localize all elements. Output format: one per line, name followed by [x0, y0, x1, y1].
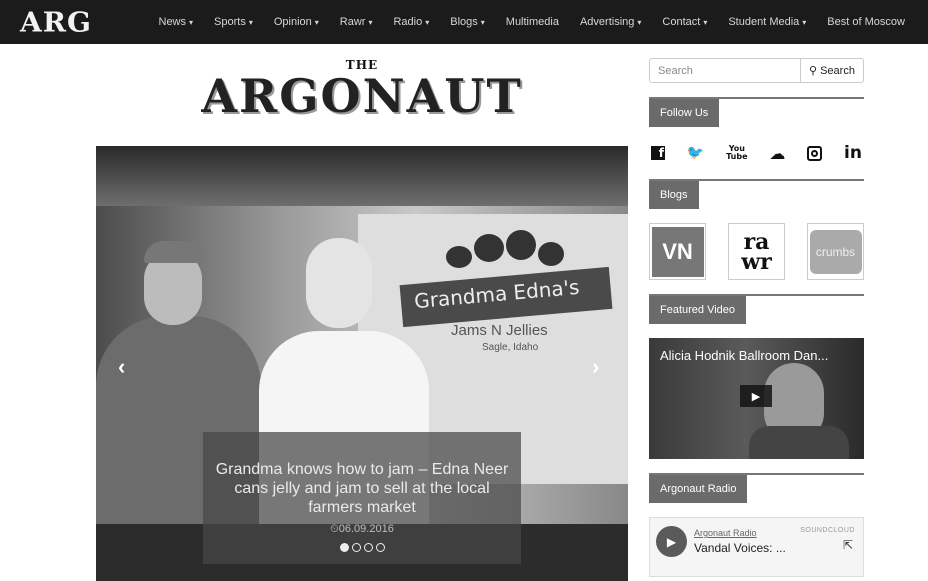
- featured-video-player[interactable]: Alicia Hodnik Ballroom Dan... ▶: [649, 338, 864, 459]
- carousel-dot[interactable]: [363, 543, 373, 552]
- nav-item-label: Student Media: [728, 16, 800, 28]
- photo-sign-text: Sagle, Idaho: [482, 342, 539, 353]
- follow-us-label: Follow Us: [649, 99, 720, 127]
- nav-item-label: Multimedia: [505, 16, 559, 28]
- carousel-prev-arrow[interactable]: ‹: [118, 354, 125, 380]
- nav-item-sports[interactable]: Sports ▾: [204, 16, 264, 28]
- video-thumbnail-body: [749, 426, 849, 459]
- carousel-dot[interactable]: [339, 543, 349, 552]
- nav-item-best-of-moscow[interactable]: Best of Moscow: [817, 16, 916, 28]
- nav-item-label: Sports: [214, 16, 246, 28]
- photo-fruit: [474, 234, 504, 262]
- caption-date: ⏲06.09.2016: [203, 523, 521, 536]
- twitter-icon[interactable]: 🐦: [687, 145, 704, 161]
- caret-down-icon: ▾: [189, 18, 194, 27]
- featured-carousel[interactable]: Grandma Edna's Jams N Jellies Sagle, Ida…: [96, 146, 628, 581]
- carousel-next-arrow[interactable]: ›: [592, 354, 599, 380]
- soundcloud-icon[interactable]: ☁: [769, 144, 785, 163]
- caret-down-icon: ▾: [248, 18, 253, 27]
- video-play-button[interactable]: ▶: [740, 385, 772, 407]
- linkedin-icon[interactable]: in: [844, 143, 862, 163]
- nav-item-label: Radio: [393, 16, 423, 28]
- search-icon: ⚲: [809, 65, 818, 77]
- carousel-dot[interactable]: [375, 543, 385, 552]
- nav-item-opinion[interactable]: Opinion ▾: [263, 16, 329, 28]
- nav-item-radio[interactable]: Radio ▾: [383, 16, 440, 28]
- nav-item-label: News: [158, 16, 187, 28]
- nav-item-label: Advertising: [579, 16, 635, 28]
- youtube-icon[interactable]: You Tube: [726, 145, 747, 161]
- radio-play-button[interactable]: ▶: [656, 526, 687, 557]
- clock-icon: ⏲: [330, 523, 339, 535]
- soundcloud-logo[interactable]: SOUNDCLOUD: [800, 527, 855, 534]
- caret-down-icon: ▾: [480, 18, 485, 27]
- rawr-logo: ra wr: [741, 228, 772, 275]
- caret-down-icon: ▾: [368, 18, 373, 27]
- nav-item-rawr[interactable]: Rawr ▾: [329, 16, 383, 28]
- masthead-name: ARGONAUT: [201, 69, 523, 123]
- search-button-label: Search: [820, 64, 855, 77]
- nav-item-multimedia[interactable]: Multimedia: [495, 16, 569, 28]
- masthead-logo[interactable]: THE ARGONAUT: [96, 58, 628, 120]
- crumbs-logo: crumbs: [809, 229, 862, 274]
- nav-item-label: Blogs: [450, 16, 478, 28]
- social-links: f 🐦 You Tube ☁ in: [649, 141, 864, 165]
- photo-fruit: [538, 242, 564, 266]
- photo-cap: [144, 241, 204, 263]
- photo-sign-text: Jams N Jellies: [451, 322, 548, 339]
- rawr-blog-link[interactable]: ra wr: [728, 223, 785, 280]
- nav-item-label: Best of Moscow: [827, 16, 905, 28]
- argonaut-radio-label: Argonaut Radio: [649, 475, 748, 503]
- argonaut-radio-header: Argonaut Radio: [649, 473, 864, 503]
- blogs-label: Blogs: [649, 181, 699, 209]
- carousel-indicators: [203, 543, 521, 552]
- caption-date-text: 06.09.2016: [338, 523, 394, 535]
- carousel-dot[interactable]: [351, 543, 361, 552]
- carousel-caption[interactable]: Grandma knows how to jam – Edna Neer can…: [203, 432, 521, 564]
- photo-person-head: [306, 238, 372, 328]
- search-button[interactable]: ⚲ Search: [801, 58, 864, 83]
- follow-us-header: Follow Us: [649, 97, 864, 127]
- top-navbar: ARG News ▾ Sports ▾ Opinion ▾ Rawr ▾ Radio ▾ Blogs…: [0, 0, 928, 44]
- blog-tiles: VN ra wr crumbs: [649, 223, 864, 280]
- radio-track-title[interactable]: Vandal Voices: ...: [694, 541, 786, 555]
- photo-tent: [96, 146, 628, 206]
- nav-item-contact[interactable]: Contact ▾: [652, 16, 718, 28]
- caret-down-icon: ▾: [703, 18, 708, 27]
- caption-title[interactable]: Grandma knows how to jam – Edna Neer can…: [203, 460, 521, 517]
- video-title[interactable]: Alicia Hodnik Ballroom Dan...: [660, 348, 828, 363]
- featured-video-label: Featured Video: [649, 296, 747, 324]
- blogs-header: Blogs: [649, 179, 864, 209]
- crumbs-blog-link[interactable]: crumbs: [807, 223, 864, 280]
- share-icon[interactable]: ⇱: [843, 538, 853, 552]
- facebook-icon[interactable]: f: [651, 146, 665, 160]
- nav-item-blogs[interactable]: Blogs ▾: [440, 16, 496, 28]
- soundcloud-player: ▶ Argonaut Radio Vandal Voices: ... SOUN…: [649, 517, 864, 577]
- instagram-icon[interactable]: [807, 145, 823, 161]
- caret-down-icon: ▾: [802, 18, 807, 27]
- nav-item-label: Rawr: [339, 16, 366, 28]
- photo-fruit: [506, 230, 536, 260]
- nav-item-label: Contact: [662, 16, 701, 28]
- radio-source-link[interactable]: Argonaut Radio: [694, 528, 757, 538]
- sidebar: ⚲ Search Follow Us f 🐦 You Tube ☁ in Blo…: [649, 58, 864, 577]
- photo-fruit: [446, 246, 472, 268]
- nav-menu: News ▾ Sports ▾ Opinion ▾ Rawr ▾ Radio ▾ Blogs ▾ Mul…: [148, 0, 915, 44]
- vandal-nation-logo: VN: [651, 226, 704, 277]
- featured-video-header: Featured Video: [649, 294, 864, 324]
- search-input[interactable]: [649, 58, 801, 83]
- nav-item-label: Opinion: [273, 16, 312, 28]
- caret-down-icon: ▾: [637, 18, 642, 27]
- brand-logo[interactable]: ARG: [20, 6, 142, 37]
- search-form: ⚲ Search: [649, 58, 864, 83]
- nav-item-advertising[interactable]: Advertising ▾: [569, 16, 651, 28]
- caret-down-icon: ▾: [314, 18, 319, 27]
- caret-down-icon: ▾: [425, 18, 430, 27]
- nav-item-news[interactable]: News ▾: [148, 16, 204, 28]
- nav-item-student-media[interactable]: Student Media ▾: [718, 16, 817, 28]
- vandal-nation-blog-link[interactable]: VN: [649, 223, 706, 280]
